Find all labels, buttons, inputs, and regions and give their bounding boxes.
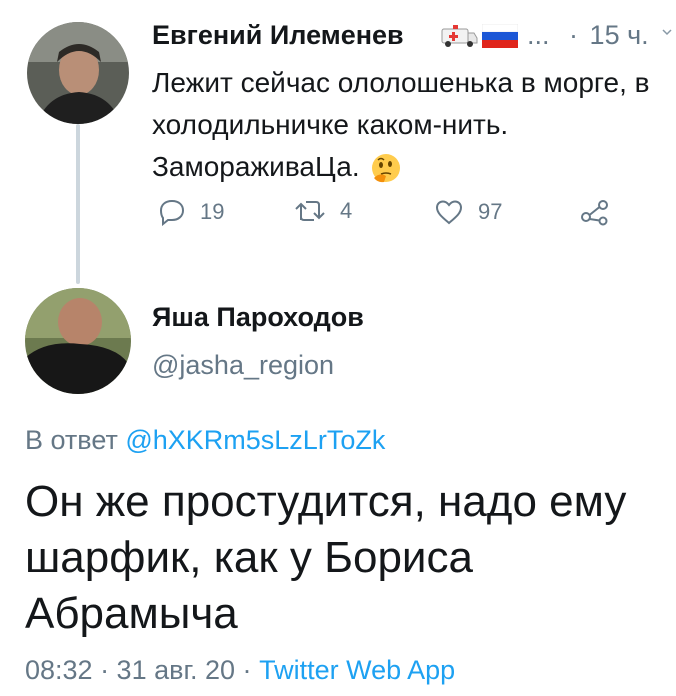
tweet-timestamp[interactable]: 08:32 · 31 авг. 20 · bbox=[25, 655, 252, 685]
name-ellipsis: ... bbox=[527, 20, 550, 50]
tweet-time[interactable]: 15 ч. bbox=[590, 20, 649, 50]
reply-to-handle-link[interactable]: @hXKRm5sLzLrToZk bbox=[125, 425, 385, 455]
like-count: 97 bbox=[478, 199, 503, 224]
tweet-text: Он же простудится, надо ему шарфик, как … bbox=[25, 477, 627, 638]
chevron-down-icon[interactable] bbox=[662, 24, 672, 42]
russia-flag-icon bbox=[482, 24, 518, 48]
share-button[interactable] bbox=[580, 198, 610, 226]
reply-icon bbox=[159, 199, 185, 226]
avatar[interactable] bbox=[25, 288, 131, 394]
name-emojis bbox=[440, 23, 518, 49]
retweet-button[interactable]: 4 bbox=[294, 198, 352, 224]
tweet-text: Лежит сейчас ололошенька в морге, в холо… bbox=[152, 62, 652, 196]
thinking-face-icon bbox=[370, 152, 402, 196]
ambulance-icon bbox=[441, 25, 478, 47]
reply-to-line: В ответ @hXKRm5sLzLrToZk bbox=[25, 425, 385, 456]
reply-button[interactable]: 19 bbox=[158, 198, 224, 226]
share-icon bbox=[581, 200, 608, 226]
thread-line bbox=[76, 124, 80, 284]
author-name[interactable]: Евгений Илеменев bbox=[152, 20, 404, 51]
author-name[interactable]: Яша Пароходов bbox=[152, 302, 364, 333]
author-handle[interactable]: @jasha_region bbox=[152, 350, 334, 381]
avatar[interactable] bbox=[27, 22, 129, 124]
tweet-actions: 19 4 97 bbox=[152, 198, 622, 238]
tweet-footer: 08:32 · 31 авг. 20 · Twitter Web App bbox=[25, 655, 455, 686]
retweet-count: 4 bbox=[340, 198, 353, 223]
heart-icon bbox=[435, 200, 463, 225]
retweet-icon bbox=[295, 201, 325, 221]
reply-count: 19 bbox=[200, 199, 225, 224]
reply-to-prefix: В ответ bbox=[25, 425, 118, 455]
meta-separator: · bbox=[569, 20, 579, 50]
tweet-source-link[interactable]: Twitter Web App bbox=[259, 655, 455, 685]
tweet-meta: ... · 15 ч. bbox=[527, 20, 649, 51]
like-button[interactable]: 97 bbox=[434, 198, 502, 226]
